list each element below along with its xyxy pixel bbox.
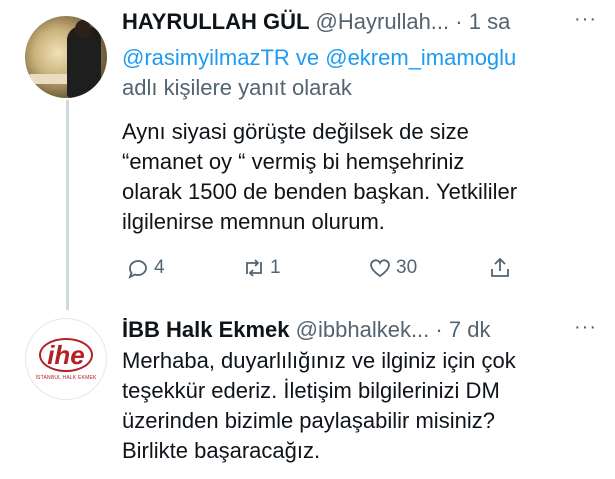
tweet-header: İBB Halk Ekmek @ibbhalkek... · 7 dk (122, 316, 490, 344)
retweet-button[interactable]: 1 (242, 256, 281, 280)
thread-line (66, 100, 69, 310)
tweet-ibb-halk-ekmek[interactable]: ihe İSTANBUL HALK EKMEK İBB Halk Ekmek @… (0, 310, 615, 479)
handle[interactable]: @ibbhalkek... (296, 317, 430, 342)
avatar[interactable]: ihe İSTANBUL HALK EKMEK (25, 318, 107, 400)
display-name[interactable]: HAYRULLAH GÜL (122, 9, 309, 34)
reply-icon (128, 260, 147, 279)
timestamp[interactable]: 1 sa (469, 9, 511, 34)
avatar[interactable] (25, 16, 107, 98)
share-button[interactable] (488, 256, 512, 280)
reply-count: 4 (154, 257, 165, 278)
more-icon[interactable]: ··· (574, 8, 597, 31)
retweet-icon (246, 259, 262, 277)
reply-mentions[interactable]: @rasimyilmazTR ve @ekrem_imamoglu (122, 43, 516, 73)
halk-ekmek-logo: ihe (39, 337, 93, 372)
tweet-text: Aynı siyasi görüşte değilsek de size “em… (122, 119, 518, 234)
retweet-count: 1 (270, 257, 281, 278)
reply-context: @rasimyilmazTR ve @ekrem_imamoglu adlı k… (122, 43, 516, 103)
like-icon (370, 259, 390, 278)
logo-subtext: İSTANBUL HALK EKMEK (35, 374, 97, 381)
handle[interactable]: @Hayrullah... (316, 9, 450, 34)
avatar-photo-head (75, 20, 91, 38)
like-count: 30 (396, 257, 418, 278)
reply-suffix: adlı kişilere yanıt olarak (122, 75, 352, 100)
tweet-text: Merhaba, duyarlılığınız ve ilginiz için … (122, 348, 516, 463)
tweet-header: HAYRULLAH GÜL @Hayrullah... · 1 sa (122, 8, 510, 36)
display-name[interactable]: İBB Halk Ekmek (122, 317, 290, 342)
timestamp[interactable]: 7 dk (449, 317, 491, 342)
share-icon (491, 257, 509, 277)
tweet-actions: 4 1 30 (122, 256, 522, 286)
separator: · (435, 317, 443, 342)
tweet-hayrullah[interactable]: HAYRULLAH GÜL @Hayrullah... · 1 sa ··· @… (0, 0, 615, 310)
more-icon[interactable]: ··· (574, 316, 597, 339)
like-button[interactable]: 30 (368, 256, 417, 280)
reply-button[interactable]: 4 (126, 256, 165, 280)
separator: · (455, 9, 463, 34)
